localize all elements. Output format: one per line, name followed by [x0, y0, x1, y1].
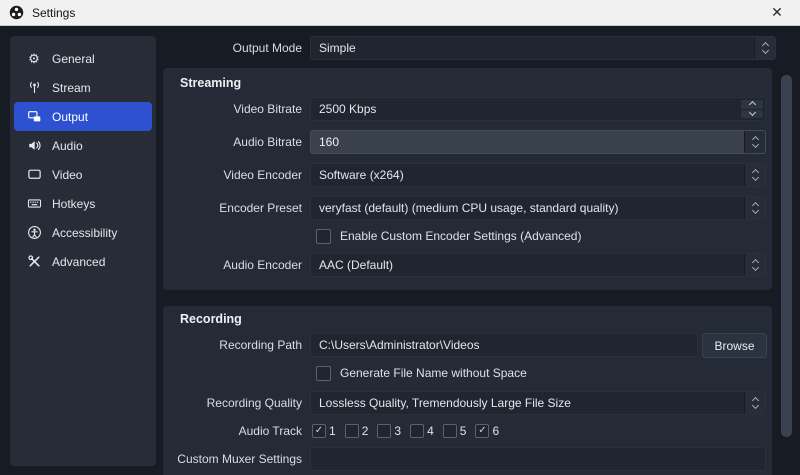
- chevron-updown-icon[interactable]: [744, 254, 765, 276]
- sidebar-item-video[interactable]: Video: [14, 160, 152, 189]
- gear-icon: ⚙: [26, 51, 42, 67]
- video-encoder-label: Video Encoder: [162, 163, 302, 187]
- sidebar-item-label: Video: [52, 168, 82, 182]
- spin-up-icon[interactable]: [741, 100, 763, 109]
- output-mode-select[interactable]: Simple: [310, 36, 776, 60]
- settings-sidebar: ⚙ General Stream Output Audio Video: [10, 36, 156, 466]
- sidebar-item-advanced[interactable]: Advanced: [14, 247, 152, 276]
- no-space-checkbox-label: Generate File Name without Space: [340, 366, 527, 381]
- accessibility-icon: [26, 225, 42, 241]
- custom-muxer-label: Custom Muxer Settings: [162, 447, 302, 471]
- audio-track-row: ✓ 1 2 3 4 5 ✓ 6: [312, 424, 508, 438]
- video-bitrate-label: Video Bitrate: [162, 97, 302, 121]
- sidebar-item-audio[interactable]: Audio: [14, 131, 152, 160]
- audio-bitrate-label: Audio Bitrate: [162, 130, 302, 154]
- encoder-preset-label: Encoder Preset: [162, 196, 302, 220]
- recording-quality-value: Lossless Quality, Tremendously Large Fil…: [311, 396, 744, 410]
- audio-bitrate-combobox[interactable]: 160: [310, 130, 766, 154]
- sidebar-item-label: Hotkeys: [52, 197, 95, 211]
- sidebar-item-label: Audio: [52, 139, 83, 153]
- chevron-updown-icon[interactable]: [744, 197, 765, 219]
- recording-quality-label: Recording Quality: [162, 391, 302, 415]
- custom-encoder-checkbox-label: Enable Custom Encoder Settings (Advanced…: [340, 229, 581, 244]
- recording-path-label: Recording Path: [162, 333, 302, 357]
- keyboard-icon: [26, 196, 42, 212]
- no-space-checkbox[interactable]: [316, 366, 331, 381]
- audio-track-2-label: 2: [362, 424, 369, 438]
- speaker-icon: [26, 138, 42, 154]
- output-mode-label: Output Mode: [162, 36, 302, 60]
- sidebar-item-output[interactable]: Output: [14, 102, 152, 131]
- vertical-scrollbar[interactable]: [781, 75, 792, 437]
- sidebar-item-general[interactable]: ⚙ General: [14, 44, 152, 73]
- sidebar-item-stream[interactable]: Stream: [14, 73, 152, 102]
- video-encoder-select[interactable]: Software (x264): [310, 163, 766, 187]
- settings-window: Settings ✕ ⚙ General Stream Output Audio: [0, 0, 800, 475]
- titlebar[interactable]: Settings ✕: [0, 0, 800, 26]
- recording-path-input[interactable]: [310, 333, 698, 357]
- video-encoder-value: Software (x264): [311, 168, 744, 182]
- chevron-updown-icon[interactable]: [744, 164, 765, 186]
- audio-track-4-checkbox[interactable]: [410, 424, 424, 438]
- custom-encoder-checkbox[interactable]: [316, 229, 331, 244]
- browse-button[interactable]: Browse: [702, 333, 767, 358]
- audio-encoder-select[interactable]: AAC (Default): [310, 253, 766, 277]
- audio-track-5-checkbox[interactable]: [443, 424, 457, 438]
- spin-down-icon[interactable]: [741, 110, 763, 119]
- audio-track-3-label: 3: [394, 424, 401, 438]
- monitor-icon: [26, 167, 42, 183]
- output-icon: [26, 109, 42, 125]
- output-mode-value: Simple: [311, 41, 754, 55]
- audio-track-4-label: 4: [427, 424, 434, 438]
- sidebar-item-label: Output: [52, 110, 88, 124]
- audio-track-3-checkbox[interactable]: [377, 424, 391, 438]
- chevron-updown-icon[interactable]: [744, 131, 765, 153]
- sidebar-item-label: Advanced: [52, 255, 105, 269]
- sidebar-item-label: Stream: [52, 81, 91, 95]
- streaming-header: Streaming: [180, 76, 241, 90]
- obs-logo-icon: [9, 5, 24, 20]
- video-bitrate-spinbox[interactable]: 2500 Kbps: [310, 97, 766, 121]
- audio-track-1-checkbox[interactable]: ✓: [312, 424, 326, 438]
- audio-track-label: Audio Track: [162, 419, 302, 443]
- audio-encoder-label: Audio Encoder: [162, 253, 302, 277]
- tools-icon: [26, 254, 42, 270]
- sidebar-item-hotkeys[interactable]: Hotkeys: [14, 189, 152, 218]
- chevron-updown-icon[interactable]: [744, 392, 765, 414]
- audio-track-2-checkbox[interactable]: [345, 424, 359, 438]
- custom-muxer-input[interactable]: [310, 447, 766, 471]
- recording-header: Recording: [180, 312, 242, 326]
- sidebar-item-label: General: [52, 52, 95, 66]
- sidebar-item-accessibility[interactable]: Accessibility: [14, 218, 152, 247]
- close-icon[interactable]: ✕: [763, 0, 791, 26]
- audio-track-6-label: 6: [492, 424, 499, 438]
- window-title: Settings: [32, 6, 75, 20]
- audio-track-5-label: 5: [460, 424, 467, 438]
- audio-track-6-checkbox[interactable]: ✓: [475, 424, 489, 438]
- chevron-updown-icon[interactable]: [754, 37, 775, 59]
- encoder-preset-select[interactable]: veryfast (default) (medium CPU usage, st…: [310, 196, 766, 220]
- audio-track-1-label: 1: [329, 424, 336, 438]
- video-bitrate-value: 2500 Kbps: [311, 102, 741, 116]
- recording-quality-select[interactable]: Lossless Quality, Tremendously Large Fil…: [310, 391, 766, 415]
- sidebar-item-label: Accessibility: [52, 226, 117, 240]
- antenna-icon: [26, 80, 42, 96]
- audio-bitrate-value: 160: [311, 135, 744, 149]
- encoder-preset-value: veryfast (default) (medium CPU usage, st…: [311, 201, 744, 215]
- audio-encoder-value: AAC (Default): [311, 258, 744, 272]
